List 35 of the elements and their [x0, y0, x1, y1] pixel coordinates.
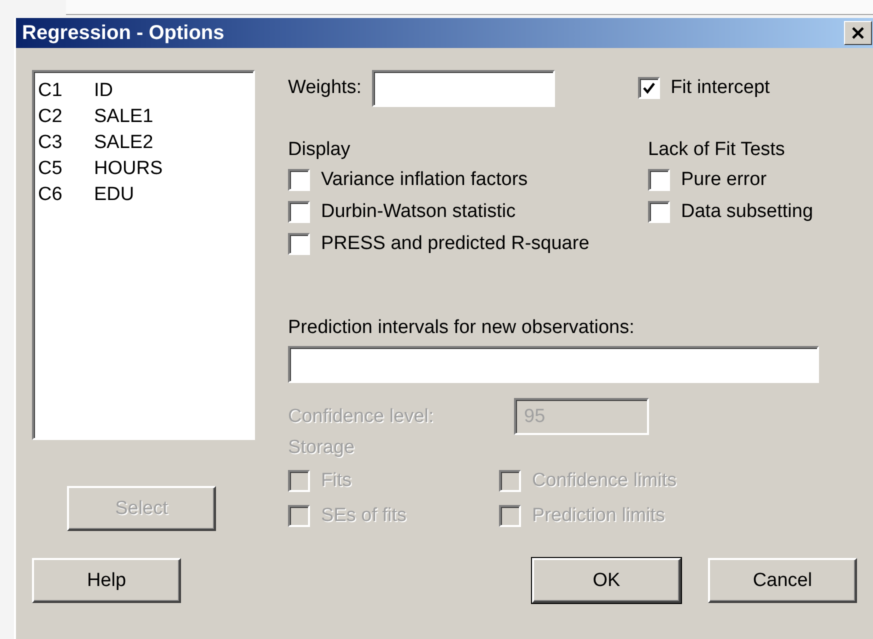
- checkbox[interactable]: [288, 201, 310, 223]
- dialog-button[interactable]: Help: [32, 558, 181, 603]
- column-id[interactable]: C2: [38, 104, 94, 130]
- variable-name[interactable]: SALE1: [94, 104, 154, 130]
- variable-name[interactable]: HOURS: [94, 156, 163, 182]
- weights-field[interactable]: [372, 70, 555, 106]
- checkbox-label: Fit intercept: [670, 77, 770, 99]
- checkbox[interactable]: [648, 201, 670, 223]
- column-id[interactable]: C5: [38, 156, 94, 182]
- checkbox[interactable]: [288, 169, 310, 191]
- section-heading: Display: [288, 138, 352, 162]
- column-id[interactable]: C6: [38, 182, 94, 208]
- prediction-label: Prediction intervals for new observations:: [288, 316, 636, 340]
- checkbox-label: Durbin-Watson statistic: [321, 201, 516, 223]
- checkbox-label: Data subsetting: [681, 201, 814, 223]
- checkbox[interactable]: [288, 233, 310, 255]
- variable-name[interactable]: ID: [94, 78, 113, 104]
- checkbox-label: PRESS and predicted R-square: [321, 233, 590, 255]
- checkbox[interactable]: [638, 77, 660, 99]
- checkbox-label: Pure error: [681, 169, 767, 191]
- section-heading: Lack of Fit Tests: [648, 138, 786, 162]
- dialog-button[interactable]: OK: [532, 558, 681, 603]
- window-title: Regression - Options: [22, 22, 226, 44]
- variable-name[interactable]: SALE2: [94, 130, 154, 156]
- column-id[interactable]: C1: [38, 78, 94, 104]
- prediction-field[interactable]: [288, 346, 819, 383]
- checkbox-label: Variance inflation factors: [321, 169, 528, 191]
- dialog-button[interactable]: Cancel: [708, 558, 857, 603]
- checkbox[interactable]: [648, 169, 670, 191]
- close-button[interactable]: [844, 21, 872, 45]
- close-icon: [851, 26, 865, 40]
- check-icon: [640, 80, 657, 96]
- weights-label: Weights:: [288, 77, 362, 99]
- variable-name[interactable]: EDU: [94, 182, 134, 208]
- column-id[interactable]: C3: [38, 130, 94, 156]
